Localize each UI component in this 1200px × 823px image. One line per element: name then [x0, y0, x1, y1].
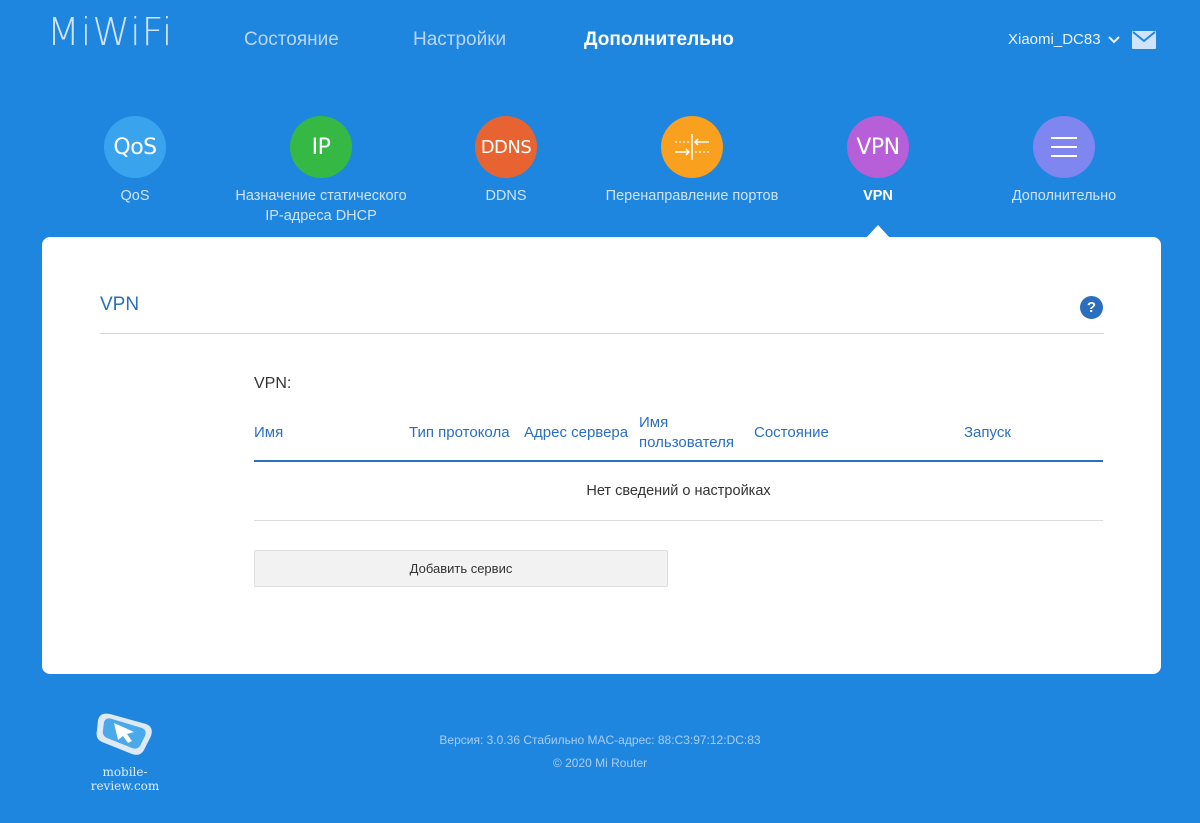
feature-label: QoS: [120, 188, 150, 204]
menu-icon: [1033, 116, 1095, 178]
empty-table-message: Нет сведений о настройках: [586, 483, 771, 499]
hamburger-glyph: [1051, 137, 1077, 157]
table-header-divider: [254, 460, 1103, 462]
feature-label-line1: Назначение статического: [235, 188, 407, 204]
vpn-panel: VPN ? VPN: Имя Тип протокола Адрес серве…: [42, 237, 1161, 674]
tab-status[interactable]: Состояние: [244, 29, 339, 51]
feature-vpn[interactable]: VPN VPN: [788, 116, 968, 206]
table-row-divider: [254, 520, 1103, 521]
qos-icon: QoS: [104, 116, 166, 178]
column-header-server: Адрес сервера: [524, 424, 629, 441]
firmware-info: Версия: 3.0.36 Стабильно MAC-адрес: 88:C…: [439, 733, 761, 747]
user-name: Xiaomi_DC83: [1008, 31, 1101, 48]
column-header-username: Имя пользователя: [639, 413, 734, 453]
panel-title: VPN: [100, 294, 140, 315]
feature-ddns[interactable]: DDNS DDNS: [416, 116, 596, 206]
tab-settings[interactable]: Настройки: [413, 29, 506, 51]
port-forwarding-icon: [661, 116, 723, 178]
vpn-icon: VPN: [847, 116, 909, 178]
chevron-down-icon: [1107, 35, 1120, 43]
column-header-protocol: Тип протокола: [409, 424, 510, 441]
feature-label: Назначение статического IP-адреса DHCP: [231, 186, 411, 226]
feature-label: Перенаправление портов: [605, 188, 779, 204]
column-header-username-line2: пользователя: [639, 434, 734, 451]
feature-port-forwarding[interactable]: Перенаправление портов: [602, 116, 782, 206]
column-header-launch: Запуск: [964, 424, 1011, 441]
help-icon[interactable]: ?: [1080, 296, 1103, 319]
feature-label-line2: IP-адреса DHCP: [265, 208, 377, 224]
tab-advanced[interactable]: Дополнительно: [584, 29, 734, 51]
column-header-name: Имя: [254, 424, 284, 441]
add-service-button[interactable]: Добавить сервис: [254, 550, 668, 587]
port-forwarding-glyph: [675, 134, 709, 160]
feature-label: VPN: [863, 188, 893, 204]
feature-static-dhcp[interactable]: IP Назначение статического IP-адреса DHC…: [231, 116, 411, 226]
column-header-username-line1: Имя: [639, 414, 669, 431]
ip-icon: IP: [290, 116, 352, 178]
watermark: mobile-review.com: [70, 710, 180, 793]
copyright: © 2020 Mi Router: [552, 756, 648, 770]
ddns-icon: DDNS: [475, 116, 537, 178]
column-header-state: Состояние: [754, 424, 829, 441]
feature-qos[interactable]: QoS QoS: [45, 116, 225, 206]
mail-icon[interactable]: [1132, 31, 1156, 49]
feature-label: Дополнительно: [1011, 188, 1117, 204]
title-divider: [100, 333, 1104, 334]
miwifi-logo: MiWiFi: [47, 10, 174, 54]
user-menu[interactable]: Xiaomi_DC83: [1008, 31, 1121, 48]
feature-more[interactable]: Дополнительно: [974, 116, 1154, 206]
section-label: VPN:: [254, 375, 292, 392]
feature-label: DDNS: [485, 188, 527, 204]
